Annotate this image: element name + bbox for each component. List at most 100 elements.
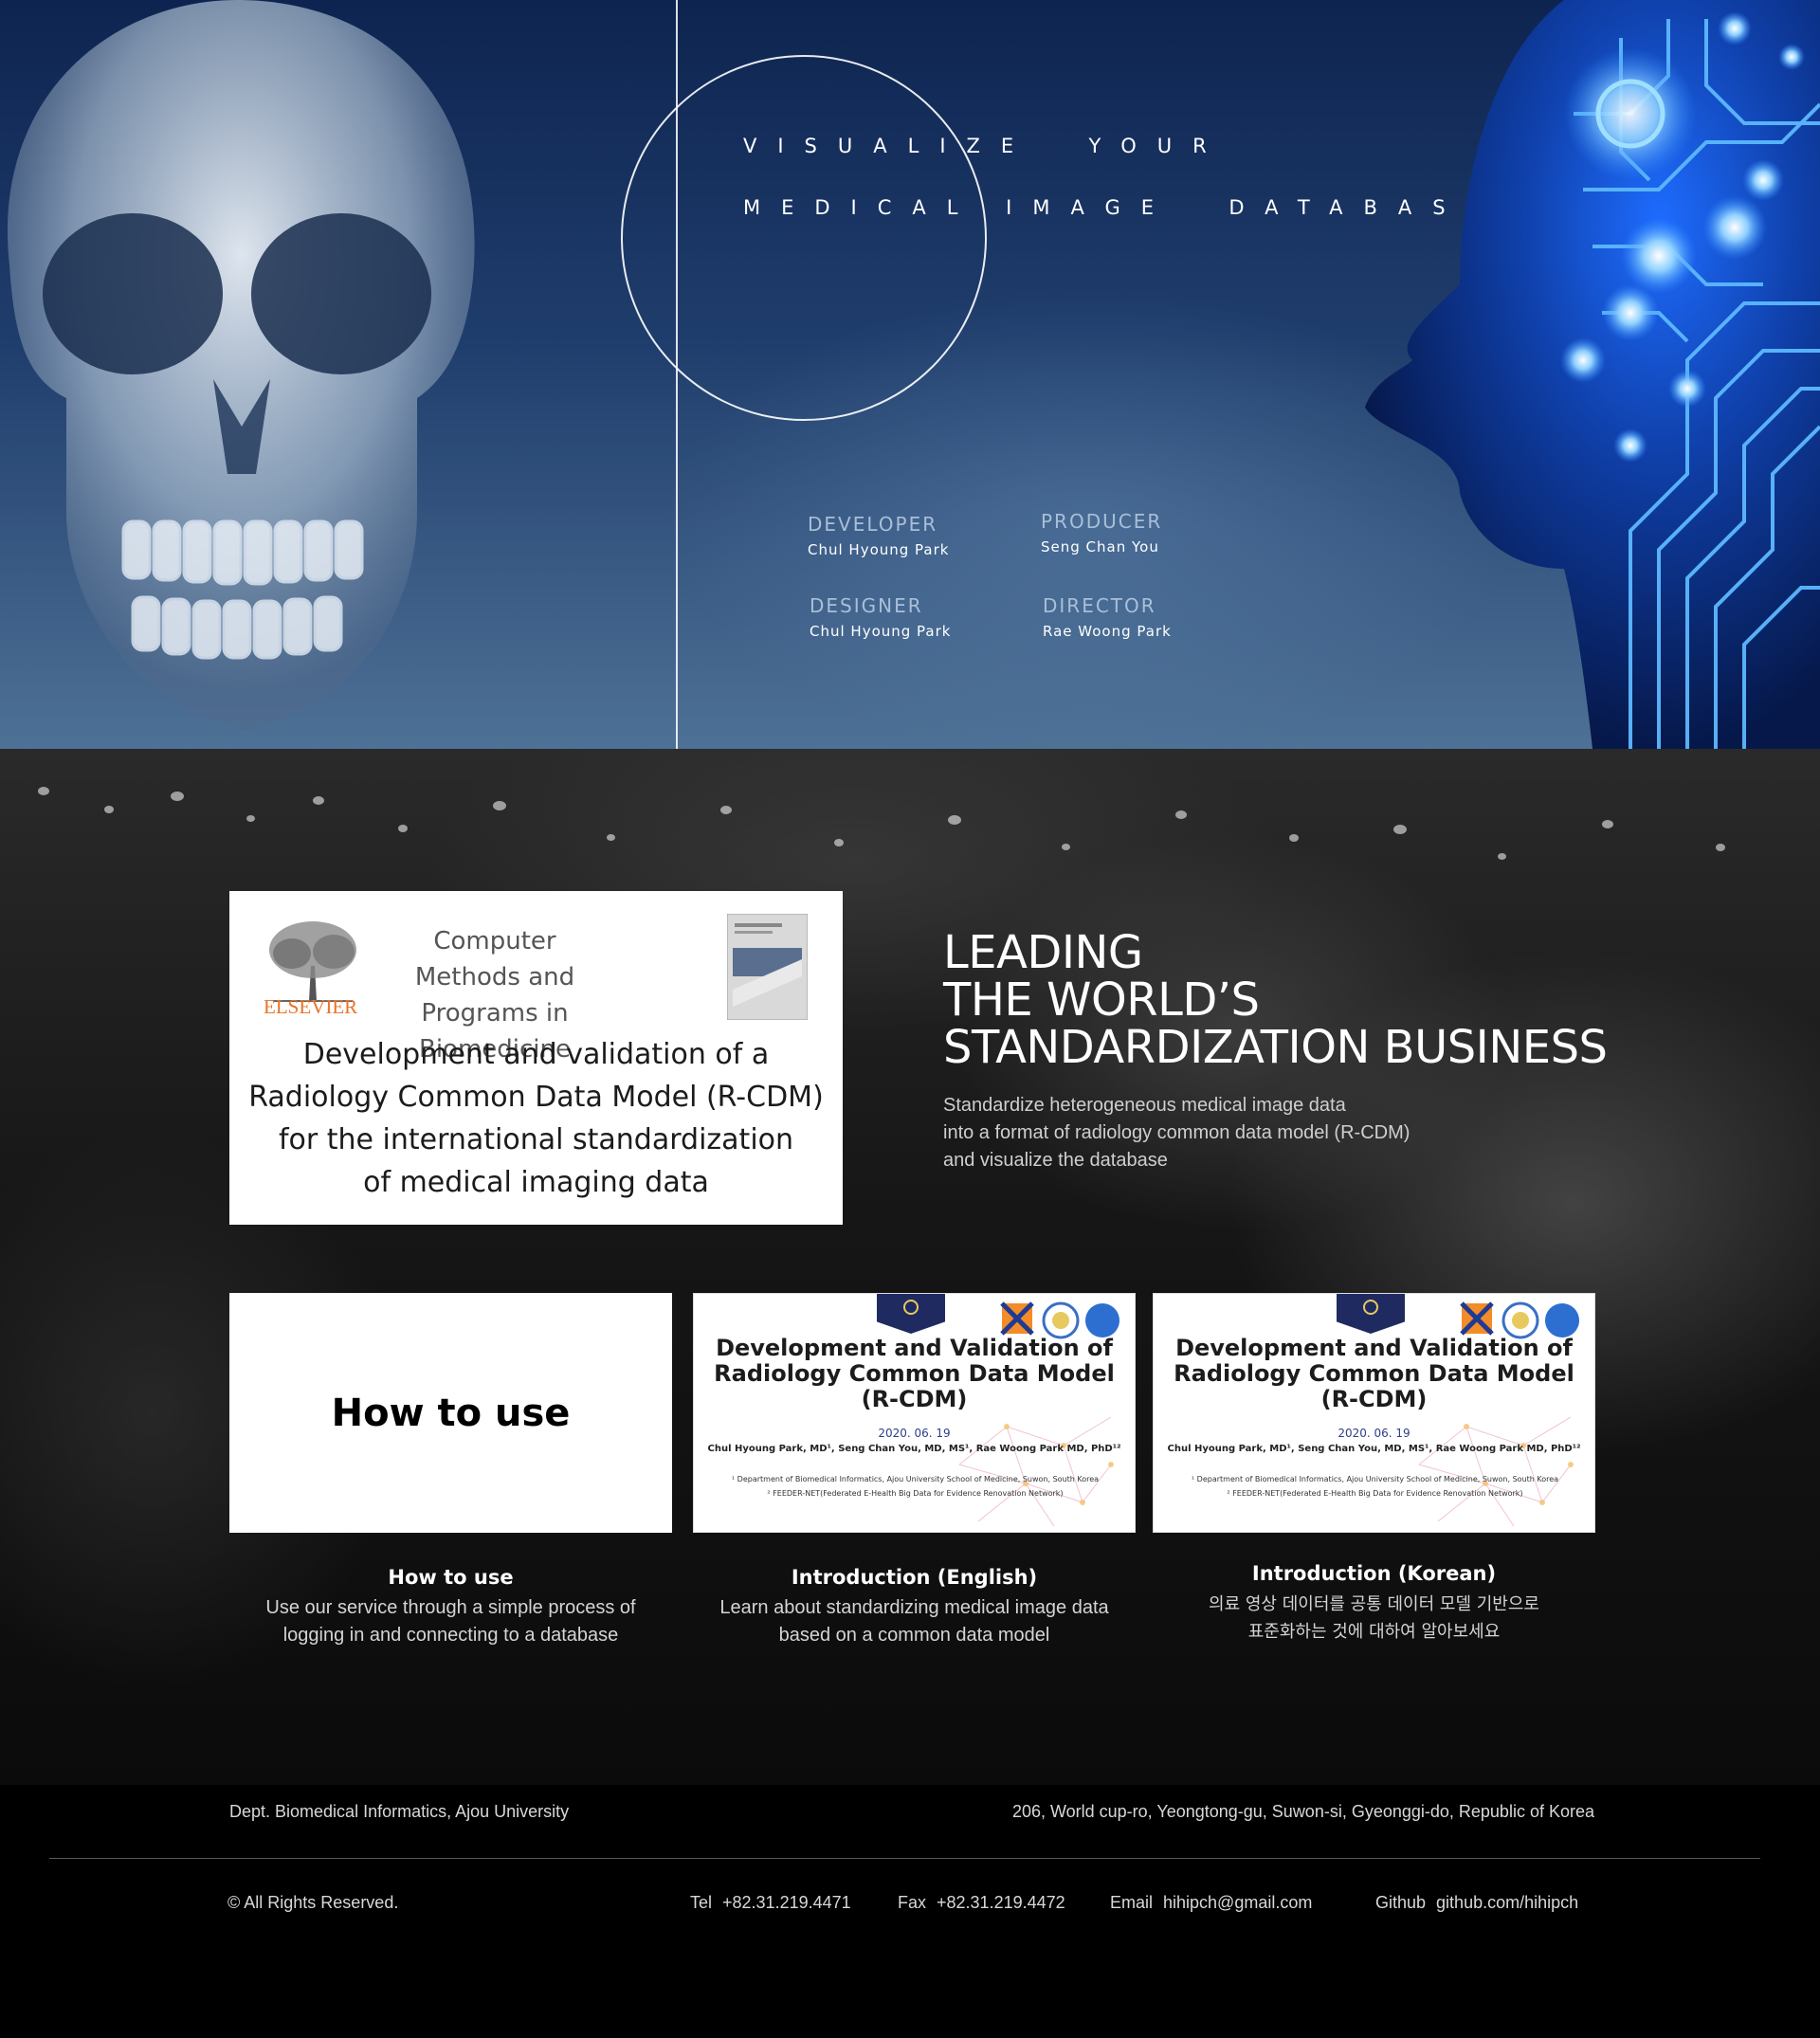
- slide-title-line: Development and Validation of: [716, 1335, 1113, 1361]
- journal-cover-icon: [727, 914, 808, 1020]
- credit-role: DESIGNER: [810, 594, 923, 617]
- bokeh-light: [948, 815, 961, 825]
- ai-circuit-head-illustration: [1365, 0, 1820, 749]
- bokeh-light: [1062, 844, 1070, 850]
- bokeh-light: [246, 815, 255, 822]
- slide-title-line: (R-CDM): [861, 1386, 968, 1412]
- tel-label: Tel: [690, 1893, 713, 1912]
- bokeh-light: [1289, 834, 1299, 842]
- slide-date: 2020. 06. 19: [1338, 1427, 1410, 1440]
- how-to-use-thumbnail[interactable]: How to use: [229, 1293, 672, 1533]
- credit-designer: DESIGNER Chul Hyoung Park: [810, 594, 951, 640]
- description-line: and visualize the database: [943, 1150, 1168, 1171]
- fax-value: +82.31.219.4472: [937, 1893, 1065, 1912]
- slide-affiliation-line: ¹ Department of Biomedical Informatics, …: [1191, 1475, 1559, 1483]
- slide-title-line: Radiology Common Data Model: [714, 1360, 1115, 1387]
- headline-line: LEADING: [943, 926, 1143, 979]
- ajou-university-badge-icon: [877, 1294, 945, 1334]
- paper-title-line: for the international standardization: [278, 1123, 794, 1156]
- credit-developer: DEVELOPER Chul Hyoung Park: [808, 513, 949, 558]
- credit-role: PRODUCER: [1041, 510, 1163, 533]
- footer-tel: Tel +82.31.219.4471: [690, 1893, 851, 1913]
- description-line: Learn about standardizing medical image …: [719, 1597, 1109, 1618]
- tel-value[interactable]: +82.31.219.4471: [722, 1893, 851, 1912]
- slide-affiliations: ¹ Department of Biomedical Informatics, …: [713, 1472, 1118, 1501]
- ajou-university-badge-icon: [1337, 1294, 1405, 1334]
- intro-english-link[interactable]: Introduction (English): [693, 1566, 1136, 1589]
- bokeh-light: [104, 806, 114, 813]
- footer-github: Github github.com/hihipch: [1375, 1893, 1578, 1913]
- description-line: into a format of radiology common data m…: [943, 1122, 1410, 1143]
- slide-title-line: (R-CDM): [1320, 1386, 1428, 1412]
- email-link[interactable]: hihipch@gmail.com: [1163, 1893, 1312, 1912]
- bokeh-light: [398, 825, 408, 832]
- footer-email: Email hihipch@gmail.com: [1110, 1893, 1312, 1913]
- paper-title-line: Radiology Common Data Model (R-CDM): [248, 1081, 824, 1114]
- skull-xray-illustration: [7, 0, 475, 730]
- bokeh-light: [1175, 810, 1187, 819]
- slide-authors: Chul Hyoung Park, MD¹, Seng Chan You, MD…: [1167, 1444, 1581, 1454]
- credit-name: Chul Hyoung Park: [810, 623, 952, 640]
- journal-title-line: Computer Methods and: [414, 927, 575, 992]
- bokeh-light: [313, 796, 324, 805]
- credit-role: DEVELOPER: [808, 513, 938, 536]
- bokeh-light: [1716, 844, 1725, 851]
- elsevier-tree-logo: [269, 921, 356, 1002]
- hero-circle-outline: [621, 55, 987, 421]
- github-link[interactable]: github.com/hihipch: [1436, 1893, 1578, 1912]
- credit-name: Chul Hyoung Park: [808, 541, 950, 558]
- slide-affiliation-line: ² FEEDER-NET(Federated E-Health Big Data…: [767, 1489, 1064, 1498]
- footer-fax: Fax +82.31.219.4472: [898, 1893, 1065, 1913]
- paper-title: Development and validation of a Radiolog…: [248, 1033, 824, 1204]
- credit-role: DIRECTOR: [1043, 594, 1156, 617]
- credit-director: DIRECTOR Rae Woong Park: [1043, 594, 1172, 640]
- fax-label: Fax: [898, 1893, 927, 1912]
- bokeh-light: [1602, 820, 1613, 828]
- description-line: logging in and connecting to a database: [282, 1625, 619, 1646]
- description-line: based on a common data model: [778, 1625, 1050, 1646]
- headline-line: THE WORLD’S: [943, 974, 1260, 1027]
- bokeh-light: [720, 806, 732, 814]
- bokeh-light: [1498, 853, 1506, 860]
- intro-korean-caption: Introduction (Korean) 의료 영상 데이터를 공통 데이터 …: [1153, 1562, 1595, 1646]
- bokeh-light: [38, 787, 49, 795]
- description-line: Use our service through a simple process…: [265, 1597, 636, 1618]
- intro-english-description: Learn about standardizing medical image …: [693, 1594, 1136, 1649]
- credit-name: Seng Chan You: [1041, 538, 1159, 555]
- how-to-use-caption: How to use Use our service through a sim…: [229, 1566, 672, 1649]
- footer-department: Dept. Biomedical Informatics, Ajou Unive…: [229, 1802, 570, 1821]
- intro-korean-link[interactable]: Introduction (Korean): [1153, 1562, 1595, 1585]
- how-to-use-link[interactable]: How to use: [229, 1566, 672, 1589]
- headline-line: STANDARDIZATION BUSINESS: [943, 1021, 1608, 1074]
- paper-title-line: of medical imaging data: [363, 1166, 709, 1199]
- intro-korean-description: 의료 영상 데이터를 공통 데이터 모델 기반으로 표준화하는 것에 대하여 알…: [1153, 1591, 1595, 1646]
- intro-english-thumbnail[interactable]: Development and Validation of Radiology …: [693, 1293, 1136, 1533]
- bokeh-light: [493, 801, 506, 810]
- how-to-use-description: Use our service through a simple process…: [229, 1594, 672, 1649]
- paper-title-line: Development and validation of a: [302, 1038, 770, 1071]
- bokeh-light: [1393, 825, 1407, 834]
- hero-tagline-line1: VISUALIZE YOUR: [743, 135, 1228, 157]
- email-label: Email: [1110, 1893, 1154, 1912]
- standardization-section: ELSEVIER Computer Methods and Programs i…: [0, 749, 1820, 1785]
- elsevier-wordmark: ELSEVIER: [264, 995, 358, 1018]
- slide-title: Development and Validation of Radiology …: [694, 1336, 1135, 1412]
- slide-date: 2020. 06. 19: [878, 1427, 951, 1440]
- footer-divider: [49, 1858, 1760, 1859]
- slide-title-line: Development and Validation of: [1175, 1335, 1573, 1361]
- footer-address: 206, World cup-ro, Yeongtong-gu, Suwon-s…: [1011, 1802, 1594, 1821]
- footer-copyright: © All Rights Reserved.: [228, 1893, 399, 1912]
- intro-korean-thumbnail[interactable]: Development and Validation of Radiology …: [1153, 1293, 1595, 1533]
- credit-producer: PRODUCER Seng Chan You: [1041, 510, 1162, 555]
- section-description: Standardize heterogeneous medical image …: [943, 1092, 1607, 1174]
- journal-paper-card[interactable]: ELSEVIER Computer Methods and Programs i…: [229, 891, 843, 1225]
- description-line: 표준화하는 것에 대하여 알아보세요: [1247, 1622, 1501, 1642]
- hero-banner: VISUALIZE YOUR MEDICAL IMAGE DATABASE DE…: [0, 0, 1820, 749]
- bokeh-light: [607, 834, 615, 841]
- bokeh-light: [171, 792, 184, 801]
- github-label: Github: [1375, 1893, 1427, 1912]
- intro-english-caption: Introduction (English) Learn about stand…: [693, 1566, 1136, 1649]
- site-footer: Dept. Biomedical Informatics, Ajou Unive…: [0, 1785, 1820, 2038]
- slide-affiliations: ¹ Department of Biomedical Informatics, …: [1173, 1472, 1577, 1501]
- how-to-use-thumbnail-text: How to use: [331, 1391, 571, 1435]
